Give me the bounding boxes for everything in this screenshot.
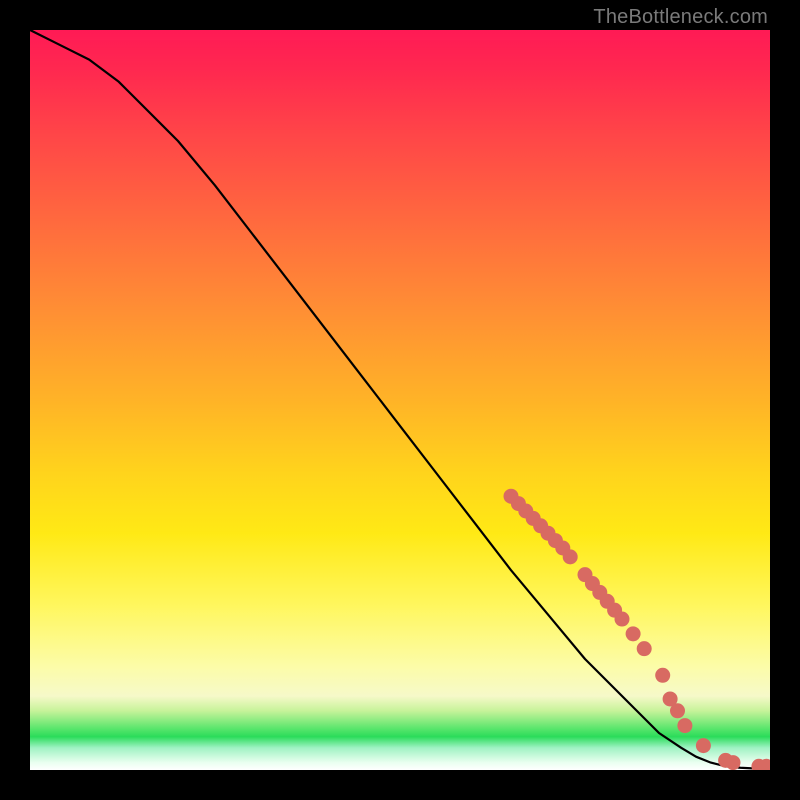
curve-marker (655, 668, 670, 683)
curve-marker (626, 626, 641, 641)
curve-marker (563, 549, 578, 564)
bottleneck-curve (30, 30, 770, 769)
curve-marker (677, 718, 692, 733)
plot-area (30, 30, 770, 770)
curve-marker (696, 738, 711, 753)
curve-marker (670, 703, 685, 718)
curve-marker (726, 755, 741, 770)
watermark-text: TheBottleneck.com (593, 6, 768, 29)
curve-markers (504, 489, 771, 770)
chart-frame: TheBottleneck.com (0, 0, 800, 800)
curve-marker (637, 641, 652, 656)
chart-svg (30, 30, 770, 770)
curve-marker (615, 612, 630, 627)
